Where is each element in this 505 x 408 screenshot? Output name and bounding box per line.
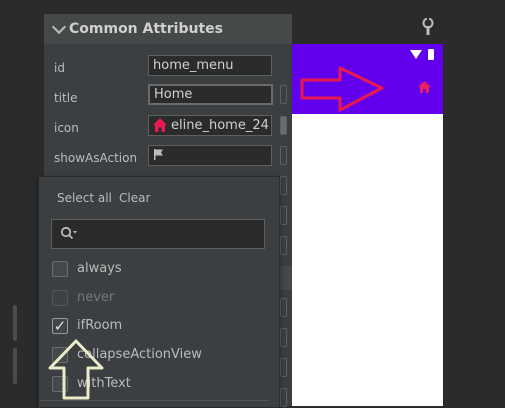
row-side-button[interactable] <box>280 236 287 255</box>
search-icon <box>60 226 77 240</box>
section-title: Common Attributes <box>69 21 223 37</box>
search-input[interactable] <box>51 219 265 249</box>
preview-toolbar <box>292 14 505 44</box>
battery-icon <box>428 49 434 60</box>
device-content <box>292 114 443 406</box>
option-label-ifroom: ifRoom <box>77 318 123 333</box>
id-field[interactable]: home_menu <box>148 55 272 76</box>
gutter-marker <box>13 348 17 384</box>
icon-resource-button[interactable] <box>280 116 287 135</box>
up-arrow-icon <box>48 339 104 400</box>
showasaction-flag-button[interactable] <box>280 146 287 165</box>
attr-label-icon: icon <box>54 121 79 135</box>
row-side-button[interactable] <box>280 328 287 347</box>
right-arrow-icon <box>300 66 384 112</box>
attr-label-title: title <box>54 91 78 105</box>
row-side-button[interactable] <box>280 358 287 377</box>
select-all-link[interactable]: Select all <box>57 191 112 205</box>
title-field[interactable]: Home <box>148 84 273 105</box>
attr-label-showasaction: showAsAction <box>54 151 138 165</box>
wifi-icon <box>410 50 422 59</box>
option-label-always: always <box>77 261 122 276</box>
checkmark-icon: ✓ <box>53 317 67 335</box>
title-resource-button[interactable] <box>280 85 287 104</box>
section-divider <box>278 266 292 290</box>
checkbox-never[interactable] <box>52 290 68 306</box>
wrench-icon[interactable] <box>421 18 435 36</box>
row-side-button[interactable] <box>280 298 287 317</box>
clear-link[interactable]: Clear <box>119 191 150 205</box>
home-icon[interactable] <box>418 81 431 93</box>
row-side-button[interactable] <box>280 176 287 195</box>
option-label-never: never <box>77 290 115 305</box>
attr-label-id: id <box>54 61 65 75</box>
row-side-button[interactable] <box>280 388 287 407</box>
row-side-button[interactable] <box>280 206 287 225</box>
showasaction-field[interactable] <box>148 145 272 166</box>
home-icon <box>153 118 167 132</box>
flag-icon <box>154 149 163 160</box>
checkbox-always[interactable] <box>52 261 68 277</box>
gutter-marker <box>13 305 17 341</box>
